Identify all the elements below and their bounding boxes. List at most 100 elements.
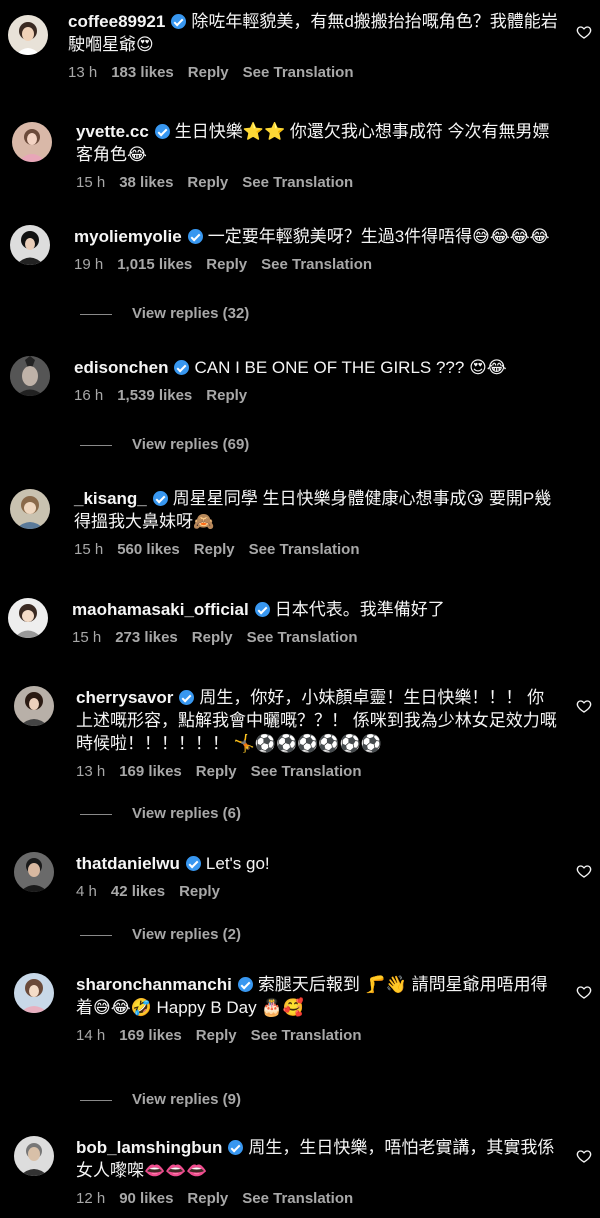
likes-count[interactable]: 183 likes: [111, 64, 174, 81]
reply-button[interactable]: Reply: [179, 883, 220, 900]
reply-button[interactable]: Reply: [206, 387, 247, 404]
verified-badge-icon: [171, 14, 187, 29]
username[interactable]: maohamasaki_official: [72, 600, 249, 619]
see-translation-button[interactable]: See Translation: [249, 541, 360, 558]
comment-body: bob_lamshingbun 周生，生日快樂，唔怕老實講，其實我係女人嚟㗎👄👄👄…: [76, 1136, 560, 1207]
view-replies-button[interactable]: View replies (9): [80, 1091, 241, 1108]
username[interactable]: thatdanielwu: [76, 854, 180, 873]
avatar[interactable]: [10, 356, 50, 396]
view-replies-button[interactable]: View replies (32): [80, 305, 249, 322]
avatar[interactable]: [8, 15, 48, 55]
comment-text: CAN I BE ONE OF THE GIRLS ??? 😍😂: [194, 358, 507, 377]
verified-badge-icon: [179, 690, 195, 705]
heart-outline-icon[interactable]: [576, 24, 592, 40]
likes-count[interactable]: 90 likes: [119, 1190, 173, 1207]
comment-body: thatdanielwu Let's go! 4 h 42 likes Reply: [76, 852, 560, 900]
reply-button[interactable]: Reply: [206, 256, 247, 273]
comment-body: _kisang_ 周星星同學 生日快樂身體健康心想事成😘 要開P幾得搵我大鼻妹呀🙈…: [74, 487, 560, 558]
comment-body: coffee89921 除咗年輕貌美，有無d搬搬抬抬嘅角色？我體能岩駛嗰星爺😍 1…: [68, 10, 560, 81]
view-replies-button[interactable]: View replies (6): [80, 805, 241, 822]
comment-body: cherrysavor 周生，你好，小妹顏卓靈！生日快樂！！！ 你上述嘅形容，點解…: [76, 686, 560, 780]
timestamp: 13 h: [68, 64, 98, 81]
avatar[interactable]: [14, 1136, 54, 1176]
verified-badge-icon: [187, 229, 203, 244]
comment-text: 一定要年輕貌美呀？生過3件得唔得😅😂😂😂: [207, 227, 550, 246]
timestamp: 15 h: [72, 629, 102, 646]
view-replies-button[interactable]: View replies (69): [80, 436, 249, 453]
likes-count[interactable]: 1,539 likes: [117, 387, 192, 404]
comment-body: edisonchen CAN I BE ONE OF THE GIRLS ??? …: [74, 356, 560, 404]
likes-count[interactable]: 169 likes: [119, 763, 182, 780]
divider: [80, 1099, 112, 1101]
view-replies-button[interactable]: View replies (2): [80, 926, 241, 943]
timestamp: 4 h: [76, 883, 97, 900]
likes-count[interactable]: 42 likes: [111, 883, 165, 900]
username[interactable]: edisonchen: [74, 358, 168, 377]
see-translation-button[interactable]: See Translation: [251, 1027, 362, 1044]
verified-badge-icon: [185, 856, 201, 871]
verified-badge-icon: [154, 124, 170, 139]
username[interactable]: sharonchanmanchi: [76, 975, 232, 994]
view-replies-label: View replies (32): [132, 305, 250, 322]
see-translation-button[interactable]: See Translation: [242, 1190, 353, 1207]
username[interactable]: cherrysavor: [76, 688, 173, 707]
timestamp: 13 h: [76, 763, 106, 780]
verified-badge-icon: [254, 602, 270, 617]
reply-button[interactable]: Reply: [187, 1190, 228, 1207]
verified-badge-icon: [228, 1140, 244, 1155]
heart-outline-icon[interactable]: [576, 1148, 592, 1164]
likes-count[interactable]: 38 likes: [119, 174, 173, 191]
username[interactable]: yvette.cc: [76, 122, 149, 141]
see-translation-button[interactable]: See Translation: [251, 763, 362, 780]
timestamp: 19 h: [74, 256, 104, 273]
view-replies-label: View replies (2): [132, 926, 241, 943]
verified-badge-icon: [174, 360, 190, 375]
comment-body: myoliemyolie 一定要年輕貌美呀？生過3件得唔得😅😂😂😂 19 h 1,0…: [74, 225, 560, 273]
timestamp: 15 h: [76, 174, 106, 191]
verified-badge-icon: [237, 977, 253, 992]
reply-button[interactable]: Reply: [192, 629, 233, 646]
see-translation-button[interactable]: See Translation: [243, 64, 354, 81]
username[interactable]: coffee89921: [68, 12, 165, 31]
see-translation-button[interactable]: See Translation: [261, 256, 372, 273]
comment-body: yvette.cc 生日快樂⭐⭐ 你還欠我心想事成符 今次有無男嫖客角色😂 15 …: [76, 120, 560, 191]
timestamp: 15 h: [74, 541, 104, 558]
avatar[interactable]: [12, 122, 52, 162]
verified-badge-icon: [152, 491, 168, 506]
timestamp: 14 h: [76, 1027, 106, 1044]
comment-body: maohamasaki_official 日本代表。我準備好了 15 h 273 l…: [72, 598, 560, 646]
see-translation-button[interactable]: See Translation: [247, 629, 358, 646]
likes-count[interactable]: 560 likes: [117, 541, 180, 558]
username[interactable]: myoliemyolie: [74, 227, 182, 246]
timestamp: 12 h: [76, 1190, 106, 1207]
reply-button[interactable]: Reply: [196, 1027, 237, 1044]
divider: [80, 934, 112, 936]
likes-count[interactable]: 273 likes: [115, 629, 178, 646]
divider: [80, 313, 112, 315]
view-replies-label: View replies (9): [132, 1091, 241, 1108]
reply-button[interactable]: Reply: [196, 763, 237, 780]
comment-text: Let's go!: [205, 854, 270, 873]
avatar[interactable]: [14, 852, 54, 892]
username[interactable]: _kisang_: [74, 489, 147, 508]
avatar[interactable]: [10, 489, 50, 529]
reply-button[interactable]: Reply: [194, 541, 235, 558]
avatar[interactable]: [8, 598, 48, 638]
avatar[interactable]: [10, 225, 50, 265]
heart-outline-icon[interactable]: [576, 863, 592, 879]
see-translation-button[interactable]: See Translation: [242, 174, 353, 191]
heart-outline-icon[interactable]: [576, 984, 592, 1000]
comment-text: 日本代表。我準備好了: [274, 600, 445, 619]
comment-body: sharonchanmanchi 索腿天后報到 🦵👋 請問星爺用唔用得着😅😂🤣 H…: [76, 973, 560, 1044]
reply-button[interactable]: Reply: [188, 64, 229, 81]
avatar[interactable]: [14, 973, 54, 1013]
likes-count[interactable]: 169 likes: [119, 1027, 182, 1044]
username[interactable]: bob_lamshingbun: [76, 1138, 222, 1157]
avatar[interactable]: [14, 686, 54, 726]
likes-count[interactable]: 1,015 likes: [117, 256, 192, 273]
divider: [80, 444, 112, 446]
divider: [80, 813, 112, 815]
reply-button[interactable]: Reply: [187, 174, 228, 191]
heart-outline-icon[interactable]: [576, 698, 592, 714]
timestamp: 16 h: [74, 387, 104, 404]
